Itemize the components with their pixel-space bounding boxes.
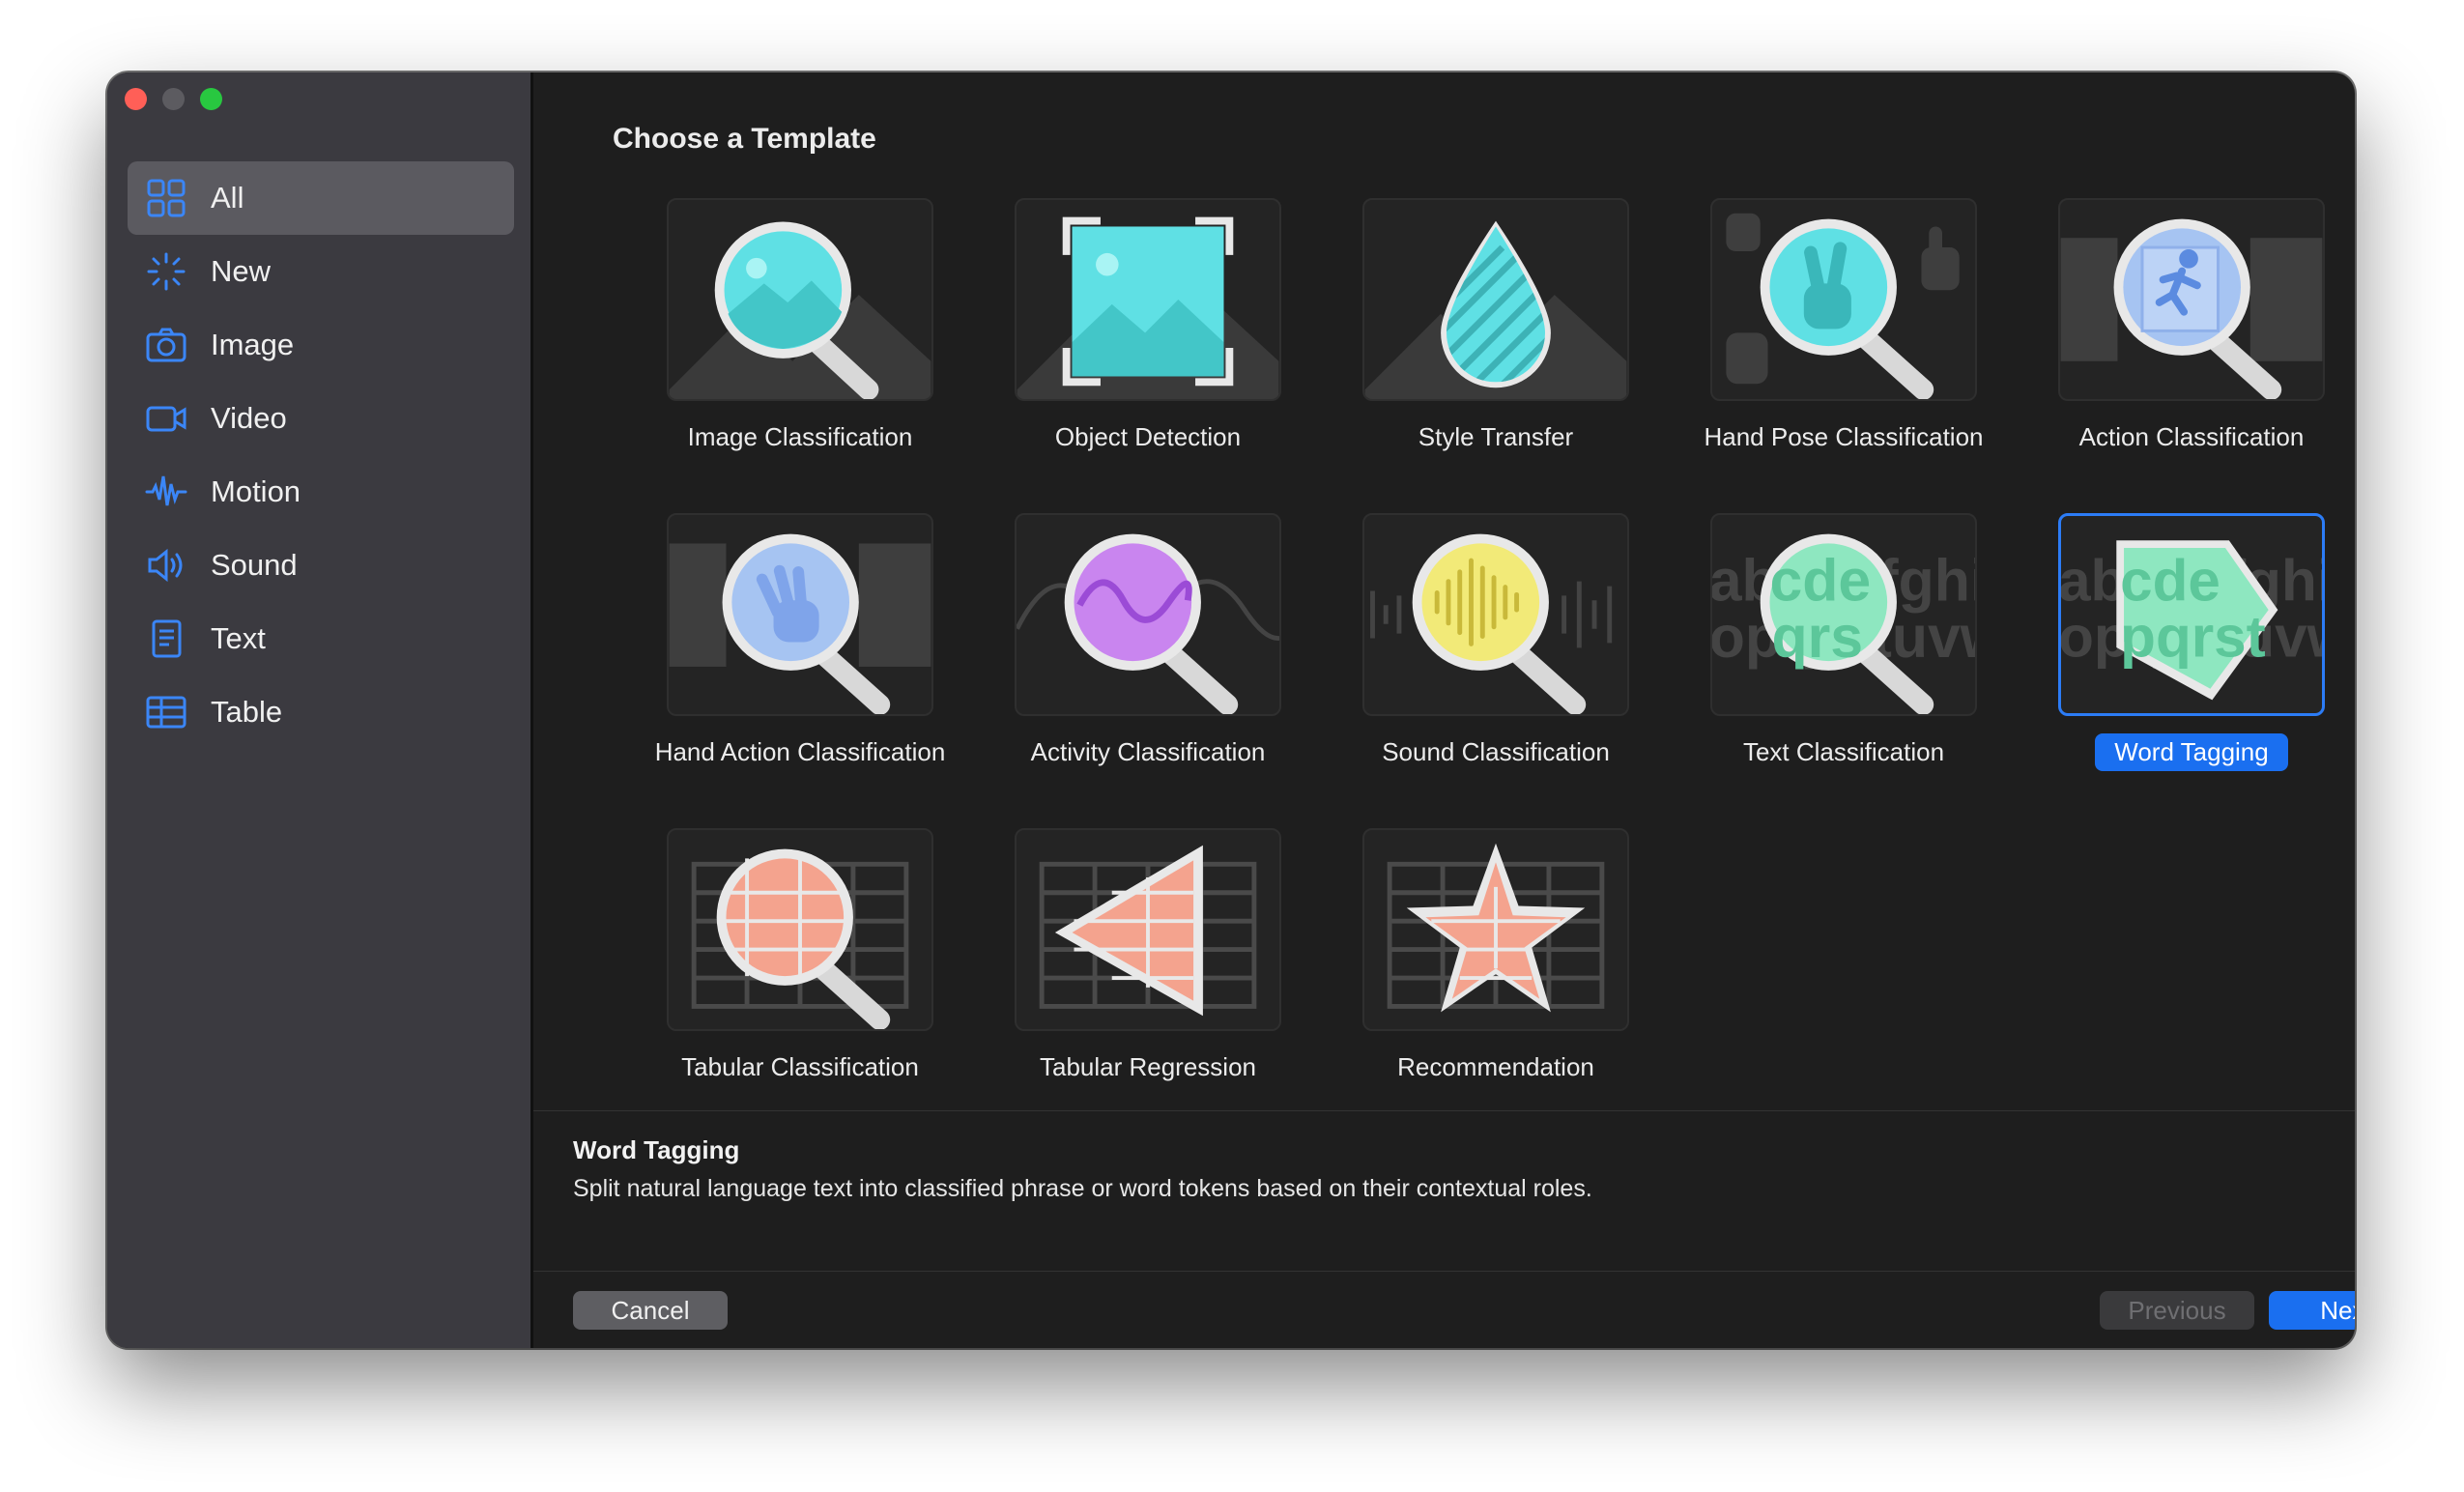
template-sound-classification[interactable]: Sound Classification xyxy=(1322,513,1670,771)
zoom-window-button[interactable] xyxy=(200,88,222,110)
text-magnifier-icon: abcdefghi opqrstuvw cdeqrs xyxy=(1710,513,1977,716)
template-label: Hand Pose Classification xyxy=(1704,422,1984,451)
sine-wave-magnifier-icon xyxy=(1015,513,1281,716)
waveform-icon xyxy=(145,471,187,513)
template-action-classification[interactable]: Action Classification xyxy=(2018,198,2355,456)
sidebar-item-motion[interactable]: Motion xyxy=(128,455,514,529)
table-icon xyxy=(145,691,187,733)
template-label: Text Classification xyxy=(1742,737,1945,766)
object-frame-icon xyxy=(1015,198,1281,401)
next-button[interactable]: Next xyxy=(2269,1291,2355,1330)
template-chooser-window: All New Image Video Motion Sound Text Ta… xyxy=(107,72,2355,1348)
running-person-magnifier-icon xyxy=(2058,198,2325,401)
sidebar-item-label: Video xyxy=(211,401,287,435)
template-text-classification[interactable]: abcdefghi opqrstuvw cdeqrs Text Classifi… xyxy=(1670,513,2018,771)
sidebar-item-new[interactable]: New xyxy=(128,235,514,308)
template-object-detection[interactable]: Object Detection xyxy=(974,198,1322,456)
hand-peace-magnifier-icon xyxy=(1710,198,1977,401)
description-title: Word Tagging xyxy=(573,1135,740,1164)
svg-text:pqrst: pqrst xyxy=(2120,604,2266,670)
template-recommendation[interactable]: Recommendation xyxy=(1322,828,1670,1086)
template-panel: Choose a Template Image Classification O… xyxy=(533,72,2355,1348)
description-divider xyxy=(533,1110,2355,1111)
speaker-icon xyxy=(145,544,187,587)
table-magnifier-icon xyxy=(667,828,933,1031)
template-image-classification[interactable]: Image Classification xyxy=(626,198,974,456)
template-label: Style Transfer xyxy=(1418,422,1574,451)
sidebar-item-sound[interactable]: Sound xyxy=(128,529,514,602)
template-label: Recommendation xyxy=(1397,1052,1594,1081)
image-magnifier-icon xyxy=(667,198,933,401)
page-title: Choose a Template xyxy=(613,123,876,155)
description-text: Split natural language text into classif… xyxy=(573,1175,1592,1202)
template-tabular-classification[interactable]: Tabular Classification xyxy=(626,828,974,1086)
sidebar-item-label: New xyxy=(211,254,272,288)
sidebar-item-image[interactable]: Image xyxy=(128,308,514,382)
template-label: Object Detection xyxy=(1054,422,1242,451)
sidebar-item-video[interactable]: Video xyxy=(128,382,514,455)
template-label: Word Tagging xyxy=(2095,733,2288,771)
template-label: Tabular Classification xyxy=(681,1052,919,1081)
sidebar-item-label: Sound xyxy=(211,548,298,582)
sidebar-item-label: All xyxy=(211,181,244,215)
template-tabular-regression[interactable]: Tabular Regression xyxy=(974,828,1322,1086)
document-icon xyxy=(145,617,187,660)
template-word-tagging[interactable]: abcdefghi opqrstuvw cdepqrst Word Taggin… xyxy=(2018,513,2355,771)
svg-text:cde: cde xyxy=(1769,547,1871,613)
template-label: Action Classification xyxy=(2078,422,2305,451)
previous-button[interactable]: Previous xyxy=(2100,1291,2254,1330)
template-label: Activity Classification xyxy=(1030,737,1266,766)
video-camera-icon xyxy=(145,397,187,440)
template-hand-pose-classification[interactable]: Hand Pose Classification xyxy=(1670,198,2018,456)
close-window-button[interactable] xyxy=(125,88,147,110)
template-hand-action-classification[interactable]: Hand Action Classification xyxy=(626,513,974,771)
camera-icon xyxy=(145,324,187,366)
window-controls xyxy=(125,88,222,110)
sidebar-item-label: Motion xyxy=(211,474,301,508)
svg-text:qrs: qrs xyxy=(1771,604,1863,670)
sidebar-item-all[interactable]: All xyxy=(128,161,514,235)
template-label: Image Classification xyxy=(687,422,913,451)
sidebar-item-label: Text xyxy=(211,621,266,655)
star-table-icon xyxy=(1362,828,1629,1031)
triangle-table-icon xyxy=(1015,828,1281,1031)
template-style-transfer[interactable]: Style Transfer xyxy=(1322,198,1670,456)
sidebar-item-text[interactable]: Text xyxy=(128,602,514,675)
cancel-button[interactable]: Cancel xyxy=(573,1291,728,1330)
sidebar-item-table[interactable]: Table xyxy=(128,675,514,749)
template-label: Hand Action Classification xyxy=(654,737,946,766)
audio-bars-magnifier-icon xyxy=(1362,513,1629,716)
waving-hand-magnifier-icon xyxy=(667,513,933,716)
sidebar-category-list: All New Image Video Motion Sound Text Ta… xyxy=(128,161,514,749)
sparkle-icon xyxy=(145,250,187,293)
tag-icon: abcdefghi opqrstuvw cdepqrst xyxy=(2058,513,2325,716)
grid-icon xyxy=(145,177,187,219)
template-label: Tabular Regression xyxy=(1039,1052,1256,1081)
footer-divider xyxy=(533,1271,2355,1272)
droplet-icon xyxy=(1362,198,1629,401)
sidebar: All New Image Video Motion Sound Text Ta… xyxy=(107,72,533,1348)
sidebar-item-label: Table xyxy=(211,695,283,729)
sidebar-item-label: Image xyxy=(211,328,295,361)
template-activity-classification[interactable]: Activity Classification xyxy=(974,513,1322,771)
minimize-window-button[interactable] xyxy=(162,88,185,110)
template-label: Sound Classification xyxy=(1382,737,1610,766)
